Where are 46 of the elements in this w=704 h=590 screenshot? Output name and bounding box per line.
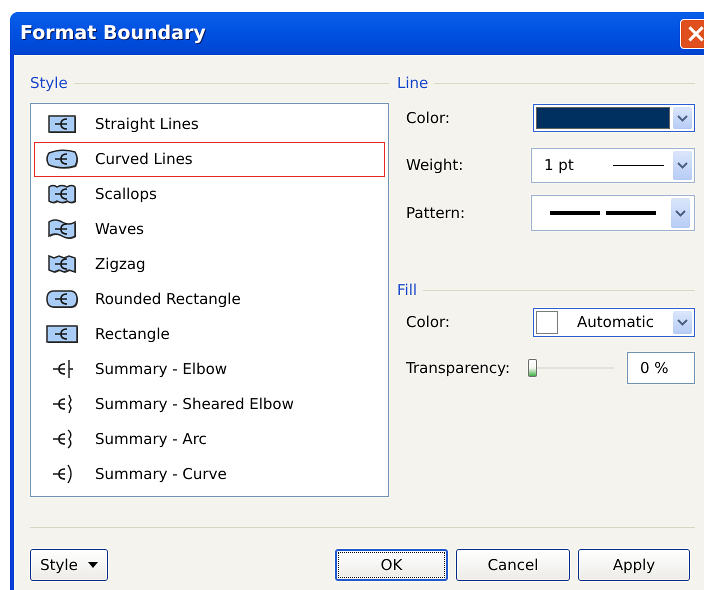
line-sample-icon (613, 165, 664, 166)
window-title: Format Boundary (20, 21, 206, 46)
style-item[interactable]: Rounded Rectangle (34, 282, 385, 317)
style-item[interactable]: Straight Lines (34, 107, 385, 142)
field-label: Color: (406, 108, 451, 129)
style-menu-button[interactable]: Style (30, 549, 108, 581)
field-label: Pattern: (406, 202, 466, 224)
close-button[interactable]: × (680, 19, 704, 49)
group-label: Fill (397, 282, 418, 298)
group-label: Line (397, 75, 428, 91)
color-dropdown[interactable] (533, 104, 695, 132)
weight-dropdown[interactable]: 1 pt (531, 148, 695, 183)
style-item[interactable]: Rectangle (34, 317, 385, 352)
transparency-field[interactable]: 0 % (627, 352, 695, 384)
caret-icon (88, 562, 98, 568)
fill-color-dropdown[interactable]: Automatic (533, 308, 695, 337)
style-item[interactable]: Summary - Arc (34, 422, 385, 457)
style-item[interactable]: Scallops (34, 177, 385, 212)
field-label: Transparency: (406, 358, 512, 379)
color-swatch (536, 311, 558, 334)
group-label: Style (30, 75, 68, 91)
style-item[interactable]: Summary - Sheared Elbow (34, 387, 385, 422)
style-item[interactable]: Summary - Curve (34, 457, 385, 492)
transparency-slider[interactable] (528, 359, 614, 377)
style-item[interactable]: Summary - Elbow (34, 352, 385, 387)
style-list[interactable]: Straight Lines Curved Lines Scallops Waves Zigzag Rounded Rectangle Rectangle Summary - Elbow Summary - Sheared Elbow Summary - Arc Summary - Curve (30, 103, 389, 497)
field-label: Color: (406, 312, 451, 334)
dropdown-arrow-button[interactable] (673, 311, 692, 334)
slider-thumb[interactable] (528, 359, 537, 377)
chevron-down-icon (677, 319, 688, 326)
field-label: Weight: (406, 155, 464, 176)
dialog-button[interactable]: Cancel (456, 549, 570, 581)
pattern-dropdown[interactable] (531, 195, 695, 231)
chevron-down-icon (675, 210, 686, 216)
dash-pattern-icon (550, 211, 658, 215)
dropdown-arrow-button[interactable] (673, 151, 692, 180)
style-item[interactable]: Zigzag (34, 247, 385, 282)
chevron-down-icon (677, 114, 688, 122)
dialog-button[interactable]: OK (335, 549, 448, 581)
boundary-shape-icon (45, 147, 81, 172)
dropdown-arrow-button[interactable] (673, 107, 692, 129)
chevron-down-icon (677, 162, 688, 169)
dialog-button[interactable]: Apply (578, 549, 690, 581)
style-item[interactable]: Curved Lines (34, 142, 385, 177)
style-item[interactable]: Waves (34, 212, 385, 247)
dropdown-arrow-button[interactable] (671, 198, 690, 228)
